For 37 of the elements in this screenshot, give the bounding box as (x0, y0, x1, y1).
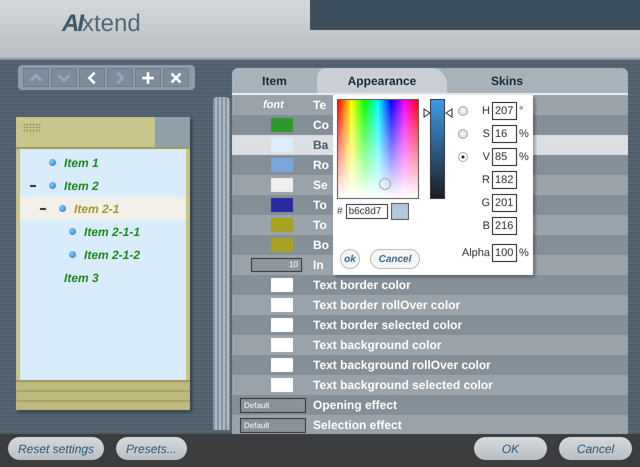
setting-label: Text background selected color (313, 378, 493, 392)
tree-item-label: Item 2-1 (74, 202, 120, 216)
unit-label: ° (519, 104, 524, 116)
setting-label: Text border rollOver color (313, 298, 460, 312)
param-label: Alpha (462, 246, 490, 258)
tree-item-label: Item 1 (64, 156, 99, 170)
param-label: R (482, 174, 490, 186)
setting-label: Selection effect (313, 418, 402, 432)
tree-item-label: Item 2 (64, 178, 99, 192)
setting-label: Co (313, 118, 329, 132)
tree-item-label: Item 2-1-1 (84, 224, 140, 238)
setting-label: Se (313, 178, 328, 192)
setting-label: To (313, 218, 327, 232)
param-label: B (482, 220, 490, 232)
tree-item-label: Item 2-1-2 (84, 248, 140, 262)
setting-label: Text border selected color (313, 318, 462, 332)
setting-label: Opening effect (313, 398, 398, 412)
param-label: G (481, 196, 490, 208)
logo-text: xtend (82, 10, 141, 38)
unit-label: % (519, 128, 529, 140)
setting-label: Text background rollOver color (313, 358, 491, 372)
tree-item-label: Item 3 (64, 270, 99, 284)
setting-label: In (313, 258, 324, 272)
param-label: V (482, 150, 490, 162)
setting-label: Text background color (313, 338, 442, 352)
param-label: S (482, 128, 490, 140)
unit-label: % (519, 150, 529, 162)
setting-label: Ro (313, 158, 329, 172)
setting-label: Bo (313, 238, 329, 252)
param-label: H (482, 104, 490, 116)
hex-label: # (337, 206, 343, 217)
setting-label: Text border color (313, 278, 411, 292)
setting-label: To (313, 198, 327, 212)
logo-mark: AI (62, 10, 82, 38)
setting-label: Te (313, 98, 326, 112)
setting-label: Ba (313, 138, 328, 152)
unit-label: % (519, 246, 529, 258)
